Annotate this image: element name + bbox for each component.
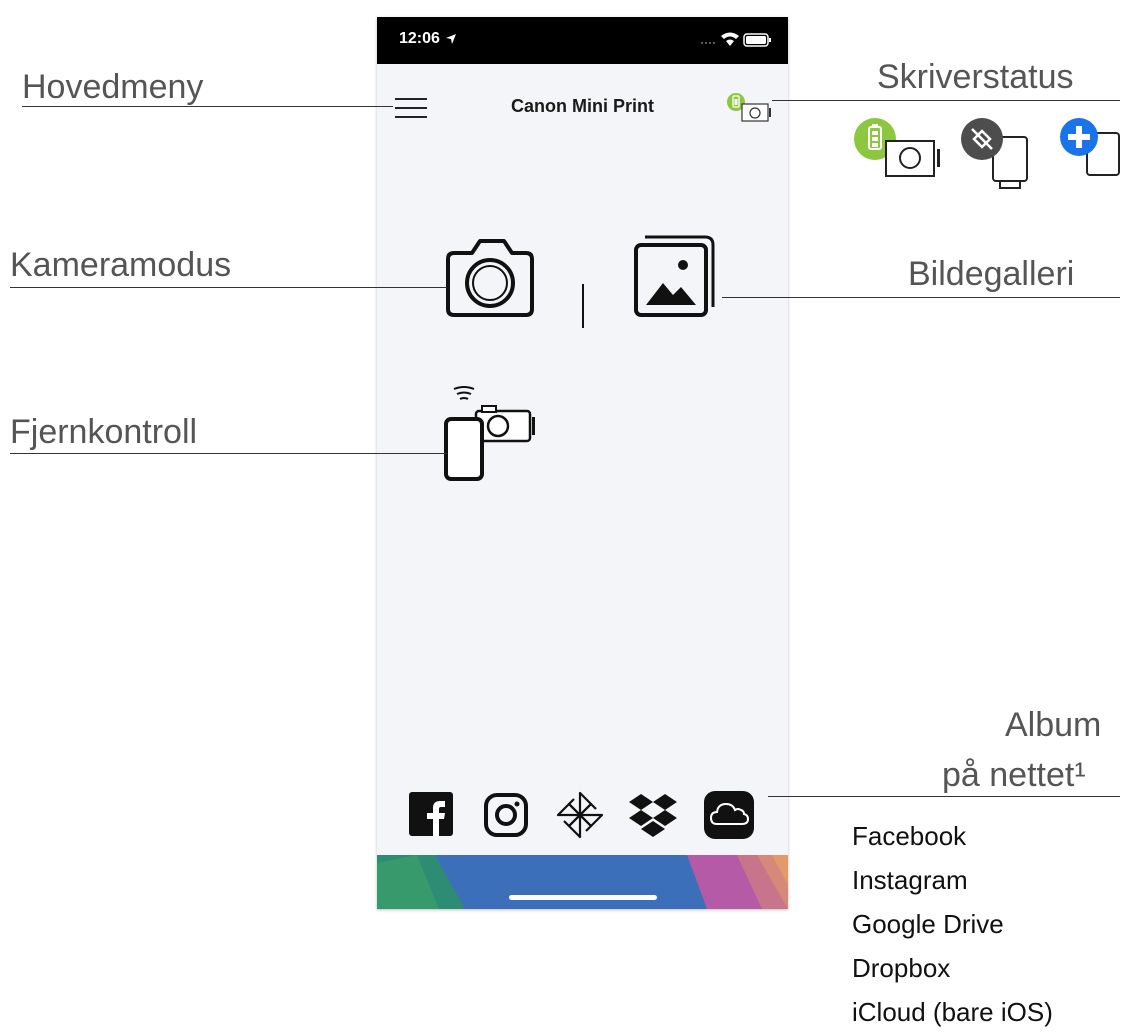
printer-status-icon[interactable] — [726, 92, 774, 124]
bottom-gradient-decor — [377, 855, 788, 909]
label-image-gallery: Bildegalleri — [908, 255, 1075, 293]
label-online-albums-line1: Album — [1005, 706, 1102, 744]
printer-add-icon — [1060, 118, 1120, 176]
location-arrow-icon — [446, 34, 456, 44]
printer-disconnected-icon — [961, 118, 1028, 189]
printer-connected-battery-icon — [854, 118, 940, 177]
remote-control-icon[interactable] — [440, 383, 540, 483]
service-instagram: Instagram — [852, 865, 968, 895]
connector-online-albums — [768, 796, 1120, 797]
label-online-albums-line2: på nettet¹ — [942, 756, 1086, 794]
home-indicator[interactable] — [509, 895, 657, 900]
online-services-list: Facebook Instagram Google Drive Dropbox … — [852, 814, 1053, 1034]
google-drive-icon[interactable] — [555, 790, 605, 840]
gallery-icon[interactable] — [633, 233, 723, 321]
camera-icon[interactable] — [440, 235, 540, 319]
separator — [582, 284, 584, 328]
dropbox-icon[interactable] — [627, 790, 679, 840]
bottom-decor-bar — [377, 855, 788, 909]
service-google-drive: Google Drive — [852, 909, 1004, 939]
service-icloud: iCloud (bare iOS) — [852, 997, 1053, 1027]
connector-camera-mode — [10, 287, 447, 288]
connector-main-menu — [22, 106, 393, 107]
status-bar: 12:06 — [377, 17, 788, 64]
phone-screen: 12:06 Canon Mini Print — [377, 17, 788, 909]
instagram-icon[interactable] — [483, 792, 529, 838]
label-remote-control: Fjernkontroll — [10, 413, 198, 451]
connector-remote-control — [10, 453, 447, 454]
label-main-menu: Hovedmeny — [22, 68, 204, 106]
service-dropbox: Dropbox — [852, 953, 951, 983]
label-printer-status: Skriverstatus — [877, 58, 1074, 96]
status-time: 12:06 — [399, 30, 440, 47]
service-facebook: Facebook — [852, 821, 967, 851]
icloud-icon[interactable] — [704, 791, 754, 839]
facebook-icon[interactable] — [409, 792, 453, 836]
signal-wifi-battery-icon — [701, 32, 771, 47]
connector-printer-status — [772, 100, 1120, 101]
connector-image-gallery — [722, 297, 1120, 298]
label-camera-mode: Kameramodus — [10, 246, 232, 284]
